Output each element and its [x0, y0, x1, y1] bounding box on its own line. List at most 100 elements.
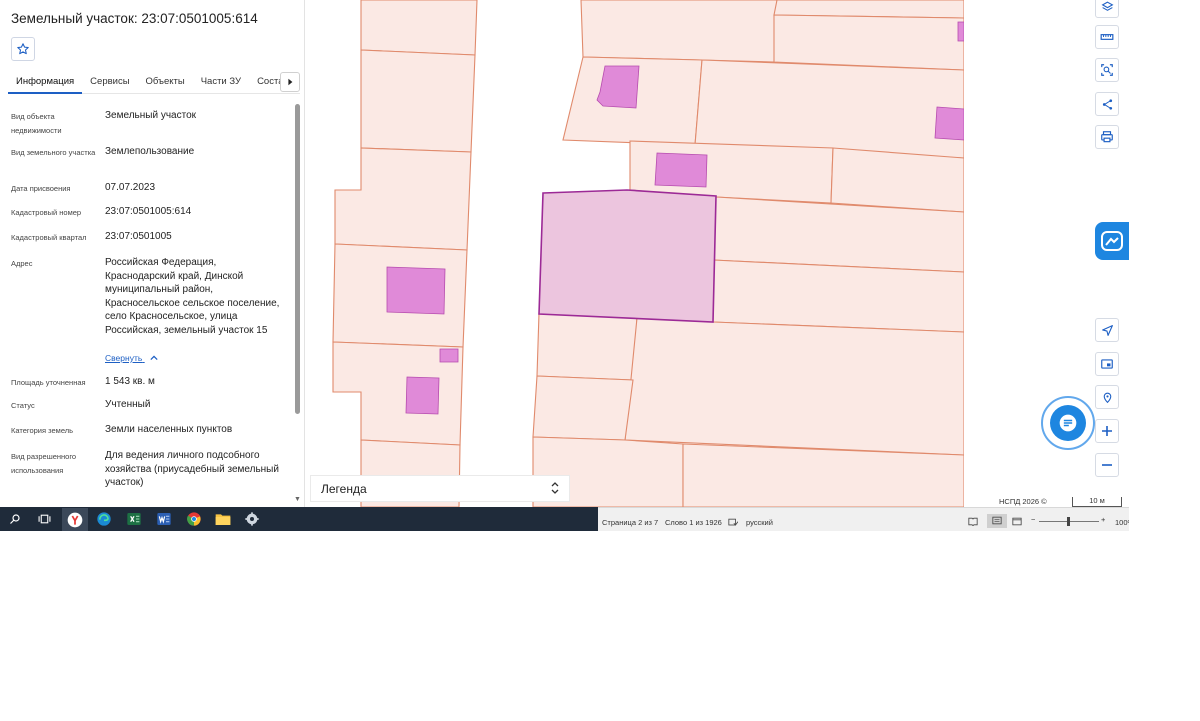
navigation-arrow-icon: [1101, 324, 1113, 336]
property-label: Дата присвоения: [11, 184, 71, 193]
promo-widget-button[interactable]: [1095, 222, 1129, 260]
minimap-button[interactable]: [1095, 352, 1119, 376]
print-button[interactable]: [1095, 125, 1119, 149]
word-counter[interactable]: Слово 1 из 1926: [665, 518, 722, 527]
property-label: Кадастровый номер: [11, 208, 82, 217]
property-value: Российская Федерация, Краснодарский край…: [105, 257, 280, 336]
location-pin-icon: [1103, 392, 1111, 403]
parcel: [580, 0, 778, 63]
printer-icon: [1101, 131, 1113, 143]
property-value: 23:07:0501005: [105, 231, 172, 242]
geolocation-button[interactable]: [1095, 318, 1119, 342]
parcel: [773, 14, 965, 71]
panel-scrollbar[interactable]: ▼: [294, 100, 302, 507]
tab-parts[interactable]: Части ЗУ: [193, 70, 249, 94]
property-value: Для ведения личного подсобного хозяйства…: [105, 450, 279, 488]
parcel: [830, 147, 965, 213]
cadastral-map: [332, 0, 965, 508]
layers-icon: [1101, 1, 1113, 11]
measure-button[interactable]: [1095, 25, 1119, 49]
building: [654, 152, 708, 188]
tab-objects[interactable]: Объекты: [138, 70, 193, 94]
tabs-scroll-right-button[interactable]: [280, 72, 300, 92]
chat-message-icon: [1059, 414, 1077, 432]
collapse-address-link[interactable]: Свернуть: [105, 353, 158, 363]
star-icon: [17, 43, 29, 55]
excel-icon[interactable]: [125, 510, 143, 528]
share-button[interactable]: [1095, 92, 1119, 116]
parcel: [360, 49, 476, 153]
location-search-button[interactable]: [1095, 385, 1119, 409]
ruler-icon: [1100, 34, 1114, 40]
share-icon: [1102, 98, 1112, 110]
chrome-icon[interactable]: [185, 510, 203, 528]
zoom-in-button[interactable]: [1095, 419, 1119, 443]
tab-information[interactable]: Информация: [8, 70, 83, 94]
updown-arrows-icon: [551, 481, 559, 498]
parcel: [532, 375, 634, 441]
layers-button[interactable]: [1095, 0, 1119, 18]
tab-bar: Информация Сервисы Объекты Части ЗУ Сост…: [8, 70, 300, 94]
chevron-up-icon: [150, 355, 158, 361]
chat-button[interactable]: [1041, 396, 1095, 450]
print-layout-icon[interactable]: [987, 514, 1007, 528]
parcel: [360, 0, 478, 56]
zoom-slider-thumb[interactable]: [1067, 517, 1070, 526]
word-icon[interactable]: [155, 510, 173, 528]
task-view-icon[interactable]: [35, 510, 53, 528]
favorite-button[interactable]: [11, 37, 35, 61]
read-mode-icon[interactable]: [968, 517, 978, 528]
property-value: 1 543 кв. м: [105, 376, 155, 387]
map-promo-icon: [1101, 231, 1123, 251]
scroll-down-arrow-icon[interactable]: ▼: [294, 496, 301, 503]
page-counter[interactable]: Страница 2 из 7: [602, 518, 658, 527]
building: [386, 266, 446, 315]
zoom-level[interactable]: 100%: [1115, 518, 1129, 527]
parcel: [334, 147, 472, 251]
map-canvas[interactable]: [305, 0, 965, 508]
proofing-icon[interactable]: [728, 518, 739, 529]
building: [405, 376, 440, 415]
minus-icon: [1102, 464, 1112, 466]
building: [439, 348, 459, 363]
tab-services[interactable]: Сервисы: [82, 70, 137, 94]
parcel: [624, 317, 965, 456]
select-area-icon: [1101, 64, 1113, 76]
property-value: 23:07:0501005:614: [105, 206, 192, 217]
windows-taskbar: [0, 507, 598, 531]
plus-icon: [1102, 426, 1112, 436]
property-label: Статус: [11, 401, 35, 410]
property-value: Земельный участок: [105, 110, 197, 121]
object-info-panel: Земельный участок: 23:07:0501005:614 Инф…: [0, 0, 305, 507]
scrollbar-thumb[interactable]: [295, 104, 300, 414]
property-value: Земли населенных пунктов: [105, 424, 233, 435]
edge-browser-icon[interactable]: [95, 510, 113, 528]
yandex-browser-icon[interactable]: [62, 508, 88, 531]
chat-bubble: [1050, 405, 1086, 441]
language-indicator[interactable]: русский: [746, 518, 773, 527]
property-label: Категория земель: [11, 426, 74, 435]
caret-right-icon: [288, 78, 293, 86]
file-explorer-icon[interactable]: [214, 510, 232, 528]
property-label: Кадастровый квартал: [11, 233, 87, 242]
search-icon[interactable]: [6, 510, 24, 528]
parcel: [712, 259, 965, 333]
map-scale-bar: 10 м: [1072, 497, 1122, 507]
parcel: [536, 312, 638, 381]
property-value: Землепользование: [105, 146, 195, 157]
property-value: 07.07.2023: [105, 182, 156, 193]
zoom-in-icon[interactable]: +: [1101, 515, 1105, 524]
legend-dropdown[interactable]: Легенда: [310, 475, 570, 502]
building: [934, 106, 965, 141]
minimap-icon: [1101, 359, 1113, 369]
map-attribution: НСПД 2026 ©: [999, 497, 1047, 506]
zoom-out-icon[interactable]: −: [1031, 515, 1035, 524]
property-label: Вид разрешенного использования: [11, 452, 77, 475]
legend-label: Легенда: [321, 481, 367, 496]
system-settings-icon[interactable]: [243, 510, 261, 528]
web-layout-icon[interactable]: [1012, 517, 1022, 528]
area-select-button[interactable]: [1095, 58, 1119, 82]
zoom-out-button[interactable]: [1095, 453, 1119, 477]
property-value: Учтенный: [105, 399, 151, 410]
parcel: [682, 443, 965, 508]
